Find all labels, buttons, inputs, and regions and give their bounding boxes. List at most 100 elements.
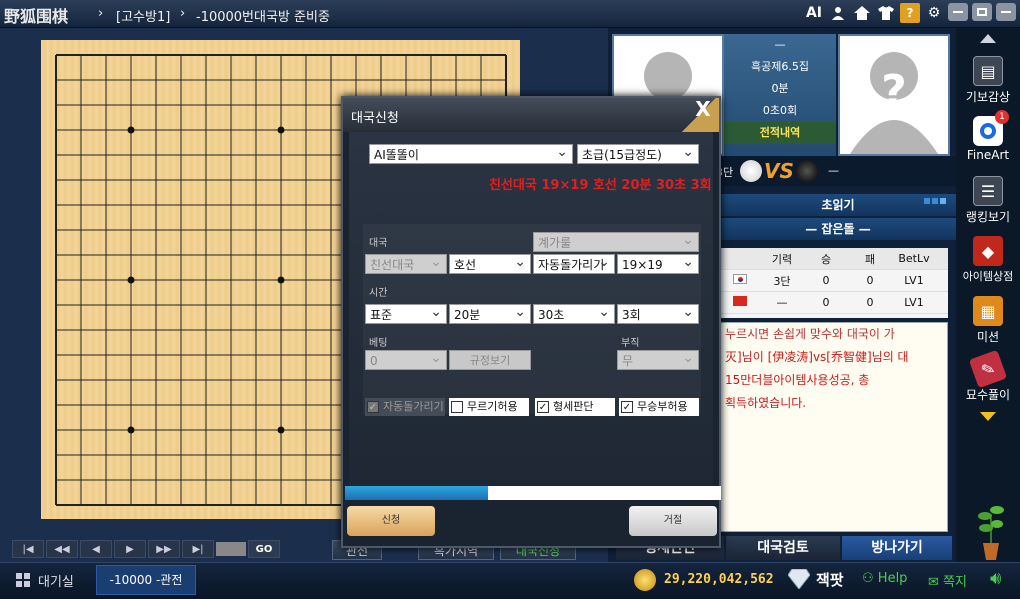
- close-icon[interactable]: X: [691, 98, 715, 122]
- mail-icon: ✉: [928, 575, 939, 590]
- chat-line: 누르시면 손쉽게 맞수와 대국이 가: [725, 327, 895, 341]
- coin-balance: 29,220,042,562: [664, 572, 774, 587]
- section-bujik-label: 부직: [621, 338, 640, 349]
- history-button[interactable]: 전적내역: [724, 122, 836, 144]
- star-point: [277, 276, 285, 284]
- message-button[interactable]: ✉ 쪽지: [928, 571, 967, 590]
- plant-icon: [976, 498, 1006, 560]
- byoyomi-select[interactable]: 30초: [533, 302, 615, 324]
- leave-room-button[interactable]: 방나가기: [842, 536, 952, 560]
- help-icon[interactable]: ?: [900, 3, 920, 23]
- forward-one-button[interactable]: ▶: [114, 540, 146, 558]
- list-icon: ☰: [973, 176, 1003, 206]
- auto-stone-select[interactable]: 자동돌가리기: [533, 254, 615, 274]
- opponent-select[interactable]: AI똘똘이: [369, 142, 573, 164]
- byoyomi-tab[interactable]: 초읽기: [720, 194, 956, 216]
- game-request-dialog: 대국신청 X AI똘똘이 초급(15급정도) 친선대국 19×19 호선 20분…: [341, 96, 721, 548]
- progress-fill: [345, 486, 488, 500]
- help-button[interactable]: ⚇ Help: [862, 571, 907, 586]
- game-type-select[interactable]: 친선대국: [365, 252, 447, 274]
- game-tab[interactable]: -10000 -관전: [96, 565, 196, 595]
- star-point: [127, 126, 135, 134]
- china-flag-icon: [720, 296, 760, 309]
- bujik-select[interactable]: 무: [617, 348, 699, 370]
- minimize-icon[interactable]: [948, 3, 968, 21]
- komi-label: 흑공제6.5집: [751, 60, 809, 73]
- sidebar-item-ranking[interactable]: ☰ 랭킹보기: [956, 176, 1020, 225]
- captured-tab[interactable]: — 잡은돌 —: [720, 218, 956, 240]
- star-point: [127, 276, 135, 284]
- book-icon: ▤: [973, 56, 1003, 86]
- close-window-icon[interactable]: [996, 3, 1016, 21]
- coin-icon: [634, 569, 656, 591]
- judge-checkbox[interactable]: ✓ 형세판단: [535, 398, 615, 416]
- ruleset-select[interactable]: 계가룰: [533, 230, 699, 252]
- sidebar-item-fineart[interactable]: 1 FineArt: [956, 110, 1020, 162]
- periods-select[interactable]: 3회: [617, 302, 699, 324]
- fineart-icon: 1: [973, 110, 1009, 146]
- gear-icon[interactable]: ⚙: [924, 3, 944, 23]
- apply-button[interactable]: 신청: [347, 506, 435, 536]
- section-bet-label: 베팅: [369, 338, 388, 349]
- auto-stone-checkbox[interactable]: ✓ 자동돌가리기: [365, 398, 445, 416]
- table-row[interactable]: 3단 0 0 LV1: [720, 270, 948, 292]
- right-rank: —: [828, 164, 839, 177]
- win-cell: 0: [822, 296, 830, 309]
- first-move-button[interactable]: |◀: [12, 540, 44, 558]
- sidebar-item-mission[interactable]: ▦ 미션: [956, 296, 1020, 345]
- review-tab[interactable]: 대국검토: [726, 536, 840, 560]
- rank-cell: 3단: [773, 274, 791, 288]
- move-input[interactable]: [216, 542, 246, 556]
- level-select[interactable]: 초급(15급정도): [577, 142, 699, 164]
- last-move-button[interactable]: ▶|: [182, 540, 214, 558]
- checkbox-check-icon: ✓: [537, 401, 549, 413]
- table-header: 기력 승 패 BetLv: [720, 248, 948, 270]
- rules-button[interactable]: 규정보기: [449, 350, 531, 370]
- forward-ten-button[interactable]: ▶▶: [148, 540, 180, 558]
- main-time-select[interactable]: 20분: [449, 302, 531, 324]
- maximize-icon[interactable]: [972, 3, 992, 21]
- home-icon[interactable]: [852, 3, 872, 23]
- chat-line: 灭]님이 [伊凌涛]vs[乔智健]님의 대: [725, 350, 909, 364]
- table-row[interactable]: — 0 0 LV1: [720, 292, 948, 314]
- draw-checkbox[interactable]: ✓ 무승부허용: [619, 398, 699, 416]
- dialog-body: AI똘똘이 초급(15급정도) 친선대국 19×19 호선 20분 30초 3회…: [349, 132, 713, 496]
- white-player-avatar[interactable]: ?: [838, 34, 950, 156]
- back-one-button[interactable]: ◀: [80, 540, 112, 558]
- scroll-up-icon[interactable]: [980, 34, 996, 43]
- settings-summary: 친선대국 19×19 호선 20분 30초 3회: [489, 178, 712, 193]
- scroll-down-icon[interactable]: [980, 412, 996, 421]
- time-mode-select[interactable]: 표준: [365, 302, 447, 324]
- chat-log[interactable]: 누르시면 손쉽게 맞수와 대국이 가 灭]님이 [伊凌涛]vs[乔智健]님의 대…: [720, 322, 948, 532]
- handicap-select[interactable]: 호선: [449, 252, 531, 274]
- section-game-label: 대국: [369, 238, 388, 249]
- win-cell: 0: [822, 274, 830, 287]
- reject-button[interactable]: 거절: [629, 506, 717, 536]
- jackpot-label[interactable]: 잭팟: [816, 569, 844, 590]
- bet-select[interactable]: 0: [365, 348, 447, 370]
- sidebar-item-puzzle[interactable]: ✎ 묘수풀이: [956, 349, 1020, 403]
- breadcrumb-separator-icon: ›: [98, 6, 104, 21]
- ai-button[interactable]: AI: [804, 3, 824, 23]
- white-stone-icon: [740, 160, 762, 182]
- shirt-icon[interactable]: [876, 3, 896, 23]
- grid-icon: [16, 573, 30, 587]
- back-ten-button[interactable]: ◀◀: [46, 540, 78, 558]
- sidebar-item-kibo[interactable]: ▤ 기보감상: [956, 56, 1020, 105]
- vs-label: VS: [764, 159, 794, 183]
- help-people-icon: ⚇: [862, 571, 874, 586]
- sound-icon[interactable]: 🔊︎: [990, 568, 1001, 589]
- breadcrumb-separator-icon: ›: [180, 6, 186, 21]
- panel-toggle-icon[interactable]: [924, 198, 946, 204]
- korea-flag-icon: [720, 274, 760, 287]
- undo-checkbox[interactable]: 무르기허용: [449, 398, 529, 416]
- go-button[interactable]: GO: [248, 540, 280, 558]
- breadcrumb-room[interactable]: [고수방1]: [116, 6, 170, 25]
- sidebar-item-shop[interactable]: ◆ 아이템상점: [956, 236, 1020, 284]
- lobby-button[interactable]: 대기실: [38, 571, 74, 590]
- loss-cell: 0: [866, 296, 874, 309]
- time-label: 0분: [771, 82, 789, 95]
- section-time-label: 시간: [369, 288, 388, 299]
- user-icon[interactable]: [828, 3, 848, 23]
- board-size-select[interactable]: 19×19: [617, 252, 699, 274]
